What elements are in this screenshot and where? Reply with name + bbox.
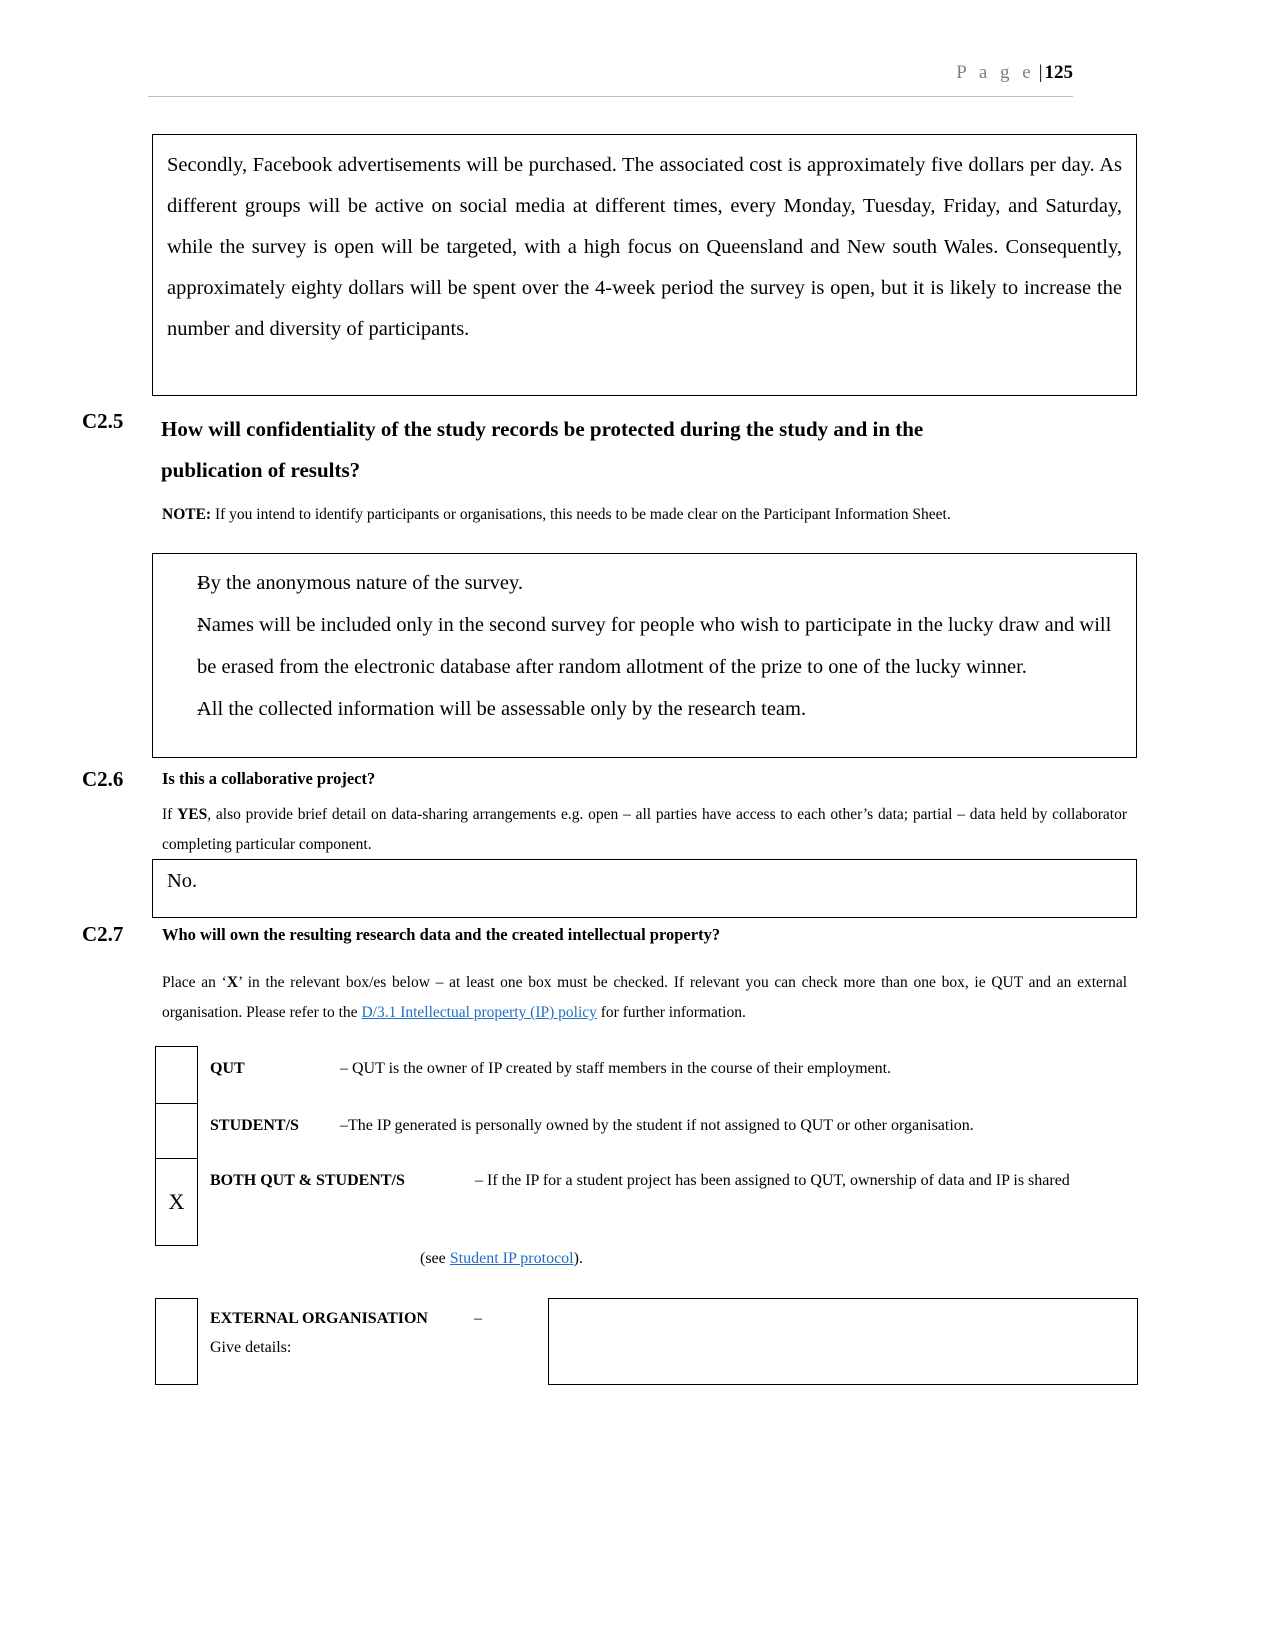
answer-text-collaborative: No. [167, 870, 198, 892]
question-text-c2-5: How will confidentiality of the study re… [161, 409, 1126, 491]
answer-box-collaborative[interactable]: No. [152, 859, 1137, 918]
student-ip-protocol-note: (see Student IP protocol). [420, 1250, 583, 1268]
see-suffix: ). [573, 1250, 583, 1267]
checkbox-label-qut: QUT – QUT is the owner of IP created by s… [198, 1046, 1140, 1103]
checkbox-label-students: STUDENT/S –The IP generated is personally… [198, 1103, 1140, 1158]
checkbox-row-students[interactable]: STUDENT/S –The IP generated is personally… [155, 1103, 1140, 1158]
helper-prefix: If [162, 806, 178, 823]
checkbox-qut[interactable] [155, 1046, 198, 1103]
answer-box-advertising[interactable]: Secondly, Facebook advertisements will b… [152, 134, 1137, 396]
ip-ownership-options: QUT – QUT is the owner of IP created by s… [155, 1046, 1140, 1246]
checkbox-desc-both: – If the IP for a student project has be… [475, 1172, 1070, 1189]
checkbox-row-qut[interactable]: QUT – QUT is the owner of IP created by s… [155, 1046, 1140, 1103]
checkbox-students[interactable] [155, 1103, 198, 1158]
note-c2-5: NOTE: If you intend to identify particip… [162, 504, 1137, 526]
checkbox-desc-students: –The IP generated is personally owned by… [340, 1117, 974, 1134]
checkbox-external-dash: – [473, 1310, 482, 1327]
instruction-c2-7: Place an ‘X’ in the relevant box/es belo… [162, 968, 1127, 1028]
list-item: - By the anonymous nature of the survey. [153, 562, 1122, 604]
document-page: P a g e | 125 Secondly, Facebook advertise… [0, 0, 1275, 1651]
page-word-label: P a g e [956, 62, 1035, 83]
external-details-value [549, 1299, 1137, 1315]
instruction-x-literal: X [226, 974, 239, 991]
bullet-text: By the anonymous nature of the survey. [197, 572, 524, 594]
confidentiality-bullet-list: - By the anonymous nature of the survey.… [153, 562, 1122, 730]
list-item: - Names will be included only in the sec… [153, 604, 1122, 688]
question-text-c2-6: Is this a collaborative project? [162, 769, 376, 788]
checkbox-name-qut: QUT [210, 1060, 245, 1077]
note-text: If you intend to identify participants o… [211, 506, 951, 523]
answer-text-advertising: Secondly, Facebook advertisements will b… [167, 154, 1122, 340]
checkbox-row-both[interactable]: X BOTH QUT & STUDENT/S – If the IP for a … [155, 1158, 1140, 1246]
answer-box-confidentiality[interactable]: - By the anonymous nature of the survey.… [152, 553, 1137, 758]
checkbox-both[interactable]: X [155, 1158, 198, 1246]
question-number-c2-6: C2.6 [82, 767, 124, 791]
checkbox-label-both: BOTH QUT & STUDENT/S – If the IP for a st… [198, 1158, 1140, 1246]
question-text-c2-5-line2: publication of results? [161, 458, 361, 482]
instruction-part1: Place an ‘ [162, 974, 227, 991]
checkbox-desc-qut: – QUT is the owner of IP created by staf… [340, 1060, 892, 1077]
helper-bold-yes: YES [177, 806, 208, 823]
header-divider [148, 96, 1073, 97]
see-prefix: (see [420, 1250, 450, 1267]
instruction-part3: for further information. [596, 1004, 746, 1021]
student-ip-protocol-link[interactable]: Student IP protocol [450, 1250, 574, 1267]
note-label: NOTE: [162, 506, 212, 523]
page-number: 125 [1044, 62, 1074, 83]
bullet-text: All the collected information will be as… [197, 698, 807, 720]
external-organisation-details-input[interactable] [548, 1298, 1138, 1385]
helper-text-c2-6: If YES, also provide brief detail on dat… [162, 800, 1127, 860]
list-item: - All the collected information will be … [153, 688, 1122, 730]
checkbox-name-students: STUDENT/S [210, 1117, 299, 1134]
checkbox-external-organisation[interactable] [155, 1298, 198, 1385]
bullet-marker: - [197, 572, 204, 594]
bullet-text: Names will be included only in the secon… [197, 614, 1112, 678]
checkbox-name-external: EXTERNAL ORGANISATION [210, 1310, 428, 1327]
question-number-c2-5: C2.5 [82, 409, 124, 433]
bullet-marker: - [197, 698, 204, 720]
page-separator: | [1038, 62, 1043, 83]
page-header: P a g e | 125 [148, 62, 1073, 84]
ip-policy-link[interactable]: D/3.1 Intellectual property (IP) policy [361, 1004, 596, 1021]
question-text-c2-7: Who will own the resulting research data… [162, 925, 721, 944]
question-text-c2-5-line1: How will confidentiality of the study re… [161, 417, 924, 441]
page-header-text: P a g e | 125 [956, 62, 1073, 84]
helper-rest: , also provide brief detail on data-shar… [162, 806, 1127, 853]
bullet-marker: - [197, 614, 204, 636]
question-number-c2-7: C2.7 [82, 922, 124, 946]
checkbox-name-both: BOTH QUT & STUDENT/S [210, 1172, 405, 1189]
